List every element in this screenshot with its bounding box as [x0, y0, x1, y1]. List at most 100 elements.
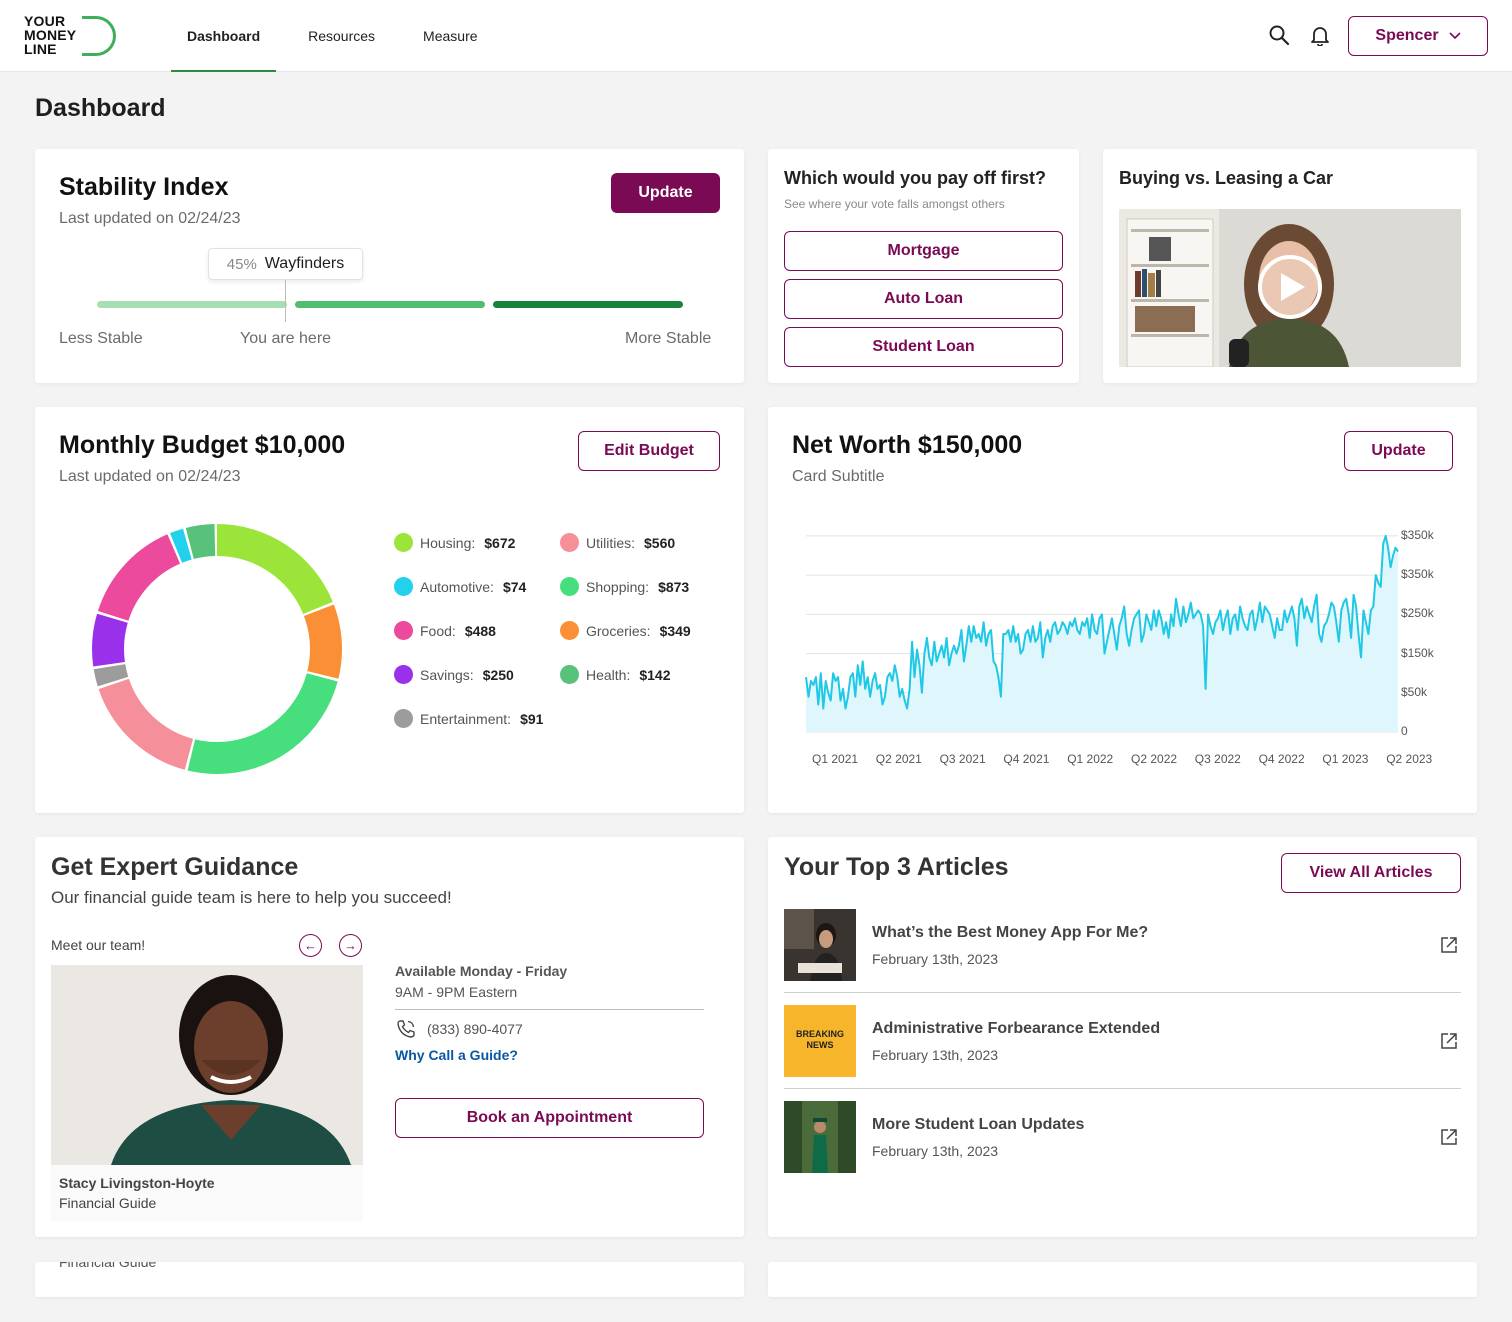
external-link-icon[interactable] [1439, 1127, 1459, 1147]
legend-dot [394, 577, 413, 596]
guidance-subtitle: Our financial guide team is here to help… [51, 888, 452, 907]
legend-dot [394, 533, 413, 552]
y-tick-label: $50k [1401, 684, 1428, 699]
poll-option-auto-loan[interactable]: Auto Loan [784, 279, 1063, 319]
team-next-button[interactable]: → [339, 934, 362, 957]
x-tick-label: Q1 2023 [1322, 752, 1369, 766]
budget-updated: Last updated on 02/24/23 [59, 468, 241, 485]
page-title: Dashboard [35, 94, 166, 122]
video-title: Buying vs. Leasing a Car [1119, 168, 1334, 188]
partial-card-text: Financial Guide [59, 1262, 157, 1270]
search-icon[interactable] [1268, 24, 1290, 46]
view-all-articles-button[interactable]: View All Articles [1281, 853, 1461, 893]
external-link-icon[interactable] [1439, 1031, 1459, 1051]
legend-savings: Savings: $250 [394, 665, 514, 684]
video-thumbnail[interactable] [1119, 209, 1461, 367]
availability-divider [395, 1009, 704, 1010]
x-tick-label: Q3 2021 [939, 752, 986, 766]
phone-icon [397, 1020, 415, 1038]
book-appointment-button[interactable]: Book an Appointment [395, 1098, 704, 1138]
your-money-line-logo[interactable]: YOUR MONEY LINE [24, 13, 116, 60]
partial-card-left: Financial Guide [35, 1262, 744, 1297]
x-tick-label: Q2 2023 [1386, 752, 1433, 766]
x-tick-label: Q4 2021 [1003, 752, 1050, 766]
net-worth-subtitle: Card Subtitle [792, 468, 885, 485]
net-worth-area [806, 535, 1398, 732]
y-tick-label: $250k [1401, 606, 1434, 621]
partial-card-right [768, 1262, 1477, 1297]
article-date: February 13th, 2023 [872, 1143, 999, 1159]
x-tick-label: Q1 2021 [812, 752, 859, 766]
x-tick-label: Q2 2021 [875, 752, 922, 766]
article-thumbnail[interactable]: BREAKING NEWS [784, 1005, 856, 1077]
legend-utilities: Utilities: $560 [560, 533, 675, 552]
more-stable-label: More Stable [625, 330, 712, 347]
guide-role: Financial Guide [59, 1195, 157, 1211]
article-thumbnail[interactable] [784, 909, 856, 981]
budget-title: Monthly Budget $10,000 [59, 431, 346, 459]
legend-health: Health: $142 [560, 665, 671, 684]
chevron-down-icon [1448, 32, 1461, 40]
article-title[interactable]: Administrative Forbearance Extended [872, 1020, 1160, 1038]
stability-title: Stability Index [59, 173, 229, 201]
poll-option-student-loan[interactable]: Student Loan [784, 327, 1063, 367]
logo-wordmark: YOUR MONEY LINE [24, 13, 77, 57]
legend-dot [560, 621, 579, 640]
legend-dot [560, 533, 579, 552]
guide-photo [51, 965, 363, 1165]
breaking-news-badge: BREAKING NEWS [795, 1029, 844, 1050]
article-title[interactable]: What’s the Best Money App For Me? [872, 924, 1148, 942]
stability-updated: Last updated on 02/24/23 [59, 210, 241, 227]
y-tick-label: $350k [1401, 567, 1434, 582]
article-thumbnail[interactable] [784, 1101, 856, 1173]
stability-update-button[interactable]: Update [611, 173, 720, 213]
nav-measure[interactable]: Measure [407, 0, 493, 72]
guide-phone[interactable]: (833) 890-4077 [427, 1021, 523, 1037]
y-tick-label: $150k [1401, 645, 1434, 660]
x-tick-label: Q2 2022 [1131, 752, 1178, 766]
article-image-money-app [784, 909, 856, 981]
user-menu-button[interactable]: Spencer [1348, 16, 1488, 56]
meet-team-label: Meet our team! [51, 937, 146, 953]
legend-shopping: Shopping: $873 [560, 577, 689, 596]
external-link-icon[interactable] [1439, 935, 1459, 955]
stability-segment-high [493, 301, 683, 308]
x-tick-label: Q4 2022 [1258, 752, 1305, 766]
stability-tooltip: 45% Wayfinders [208, 248, 363, 280]
x-tick-label: Q3 2022 [1194, 752, 1241, 766]
why-call-guide-link[interactable]: Why Call a Guide? [395, 1047, 518, 1063]
legend-food: Food: $488 [394, 621, 496, 640]
article-image-graduate [784, 1101, 856, 1173]
net-worth-area-chart [805, 534, 1399, 733]
nav-resources[interactable]: Resources [292, 0, 391, 72]
legend-dot [560, 665, 579, 684]
legend-dot [394, 621, 413, 640]
poll-option-mortgage[interactable]: Mortgage [784, 231, 1063, 271]
tooltip-label: Wayfinders [264, 255, 345, 272]
top-nav-bar: YOUR MONEY LINE Dashboard Resources Meas… [0, 0, 1512, 72]
user-name: Spencer [1375, 27, 1439, 44]
poll-subtitle: See where your vote falls amongst others [784, 197, 1005, 211]
guide-portrait [51, 965, 363, 1165]
article-title[interactable]: More Student Loan Updates [872, 1116, 1084, 1134]
article-divider [784, 1088, 1461, 1089]
legend-dot [560, 577, 579, 596]
net-worth-update-button[interactable]: Update [1344, 431, 1453, 471]
poll-title: Which would you pay off first? [784, 168, 1046, 188]
nav-dashboard[interactable]: Dashboard [171, 0, 277, 72]
main-nav: Dashboard Resources Measure [171, 0, 494, 72]
you-are-here-label: You are here [240, 330, 332, 347]
bell-icon[interactable] [1309, 24, 1331, 46]
edit-budget-button[interactable]: Edit Budget [578, 431, 720, 471]
tooltip-percent: 45% [226, 255, 257, 273]
legend-dot [394, 709, 413, 728]
team-prev-button[interactable]: ← [299, 934, 322, 957]
article-divider [784, 992, 1461, 993]
availability-hours: 9AM - 9PM Eastern [395, 984, 518, 1000]
article-date: February 13th, 2023 [872, 1047, 999, 1063]
legend-housing: Housing: $672 [394, 533, 515, 552]
guidance-title: Get Expert Guidance [51, 853, 299, 881]
y-tick-label: $350k [1401, 527, 1434, 542]
logo-arc-mark [82, 16, 116, 56]
less-stable-label: Less Stable [59, 330, 143, 347]
